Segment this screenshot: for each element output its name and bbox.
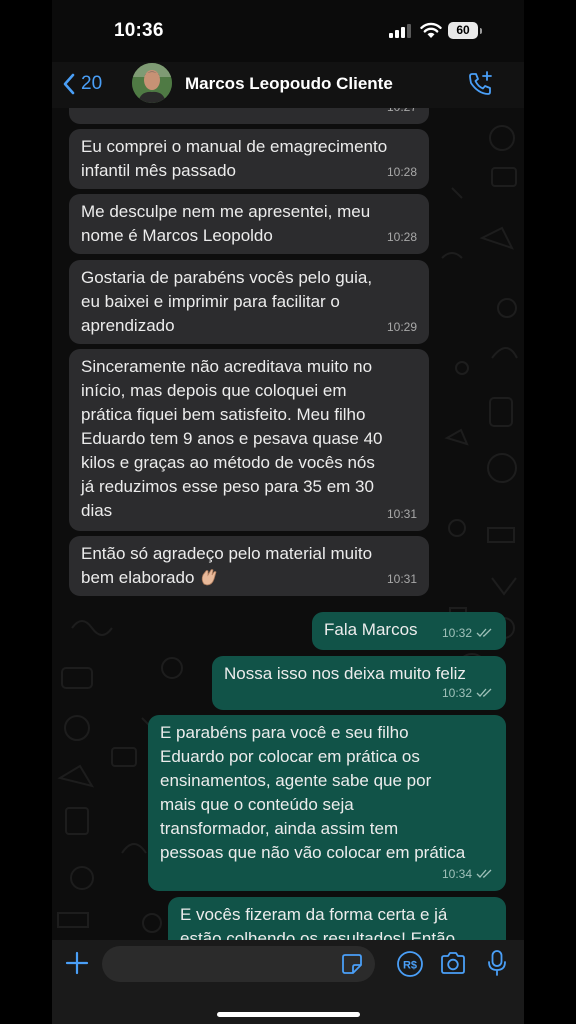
message-meta: 10:28 — [387, 160, 417, 184]
avatar[interactable] — [132, 63, 172, 103]
message-text: Sinceramente não acreditava muito no iní… — [81, 357, 383, 520]
unread-count: 20 — [81, 73, 103, 94]
message-meta: 10:32 — [442, 621, 494, 645]
microphone-icon[interactable] — [486, 949, 508, 977]
wifi-icon — [420, 22, 442, 38]
svg-text:R$: R$ — [403, 960, 417, 972]
phone-screen: 10:36 60 20 Marcos Leopoudo Cliente Eu c… — [52, 0, 524, 1024]
message-meta: 10:34 — [442, 862, 494, 886]
message-bubble-incoming[interactable]: 10:27 — [69, 108, 429, 124]
message-time: 10:27 — [387, 108, 417, 119]
message-time: 10:28 — [386, 165, 417, 179]
home-indicator — [217, 1012, 360, 1017]
plus-icon[interactable] — [64, 950, 90, 976]
message-meta: 10:31 — [387, 567, 417, 591]
message-bubble-outgoing[interactable]: E parabéns para você e seu filho Eduardo… — [148, 715, 506, 891]
message-bubble-incoming[interactable]: Então só agradeço pelo material muito be… — [69, 536, 429, 596]
message-text-wrap: Então só agradeço pelo material muito be… — [81, 542, 417, 590]
double-check-icon — [476, 688, 492, 697]
message-bubble-incoming[interactable]: Sinceramente não acreditava muito no iní… — [69, 349, 429, 531]
message-time: 10:29 — [386, 320, 417, 334]
message-bubble-incoming[interactable]: Eu comprei o manual de emagrecimento inf… — [69, 129, 429, 189]
message-bubble-outgoing[interactable]: E vocês fizeram da forma certa e já estã… — [168, 897, 506, 940]
message-time: 10:31 — [386, 507, 417, 521]
message-bubble-outgoing[interactable]: Fala Marcos 10:32 — [312, 612, 506, 650]
message-meta: 10:31 — [387, 502, 417, 526]
double-check-icon — [476, 628, 492, 637]
message-text: E vocês fizeram da forma certa e já estã… — [180, 905, 456, 940]
message-bubble-incoming[interactable]: Gostaria de parabéns vocês pelo guia, eu… — [69, 260, 429, 344]
status-time: 10:36 — [114, 20, 164, 41]
message-text: E parabéns para você e seu filho Eduardo… — [160, 723, 466, 862]
pix-icon[interactable]: R$ — [396, 950, 424, 978]
back-button[interactable]: 20 — [62, 70, 102, 98]
camera-icon[interactable] — [439, 950, 467, 976]
sticker-icon[interactable] — [340, 952, 364, 976]
message-time: 10:28 — [386, 230, 417, 244]
chat-header: 20 Marcos Leopoudo Cliente — [52, 62, 524, 108]
message-meta: 10:32 — [442, 681, 494, 705]
message-text: Eu comprei o manual de emagrecimento inf… — [81, 137, 388, 180]
message-meta: 10:28 — [387, 225, 417, 249]
message-text: Me desculpe nem me apresentei, meu nome … — [81, 202, 371, 245]
message-text: Gostaria de parabéns vocês pelo guia, eu… — [81, 268, 373, 335]
message-time: 10:32 — [441, 686, 472, 700]
chevron-left-icon — [63, 73, 75, 95]
cellular-signal-icon — [389, 24, 411, 38]
double-check-icon — [476, 869, 492, 878]
battery-icon: 60 — [448, 22, 482, 39]
clapping-hands-icon — [201, 569, 217, 586]
message-text: Então só agradeço pelo material muito be… — [81, 544, 373, 587]
message-time: 10:34 — [441, 867, 472, 881]
contact-name[interactable]: Marcos Leopoudo Cliente — [185, 74, 393, 94]
add-call-icon[interactable] — [466, 70, 494, 98]
message-time: 10:31 — [386, 572, 417, 586]
status-bar: 10:36 60 — [52, 0, 524, 62]
message-input[interactable] — [102, 946, 375, 982]
message-text: Fala Marcos — [324, 620, 418, 639]
message-meta: 10:29 — [387, 315, 417, 339]
message-time: 10:32 — [441, 626, 472, 640]
composer-bar: R$ — [52, 940, 524, 1024]
message-list[interactable]: 10:27 Eu comprei o manual de emagrecimen… — [52, 108, 524, 940]
message-meta: 10:27 — [387, 108, 417, 119]
message-bubble-outgoing[interactable]: Nossa isso nos deixa muito feliz 10:32 — [212, 656, 506, 710]
message-bubble-incoming[interactable]: Me desculpe nem me apresentei, meu nome … — [69, 194, 429, 254]
